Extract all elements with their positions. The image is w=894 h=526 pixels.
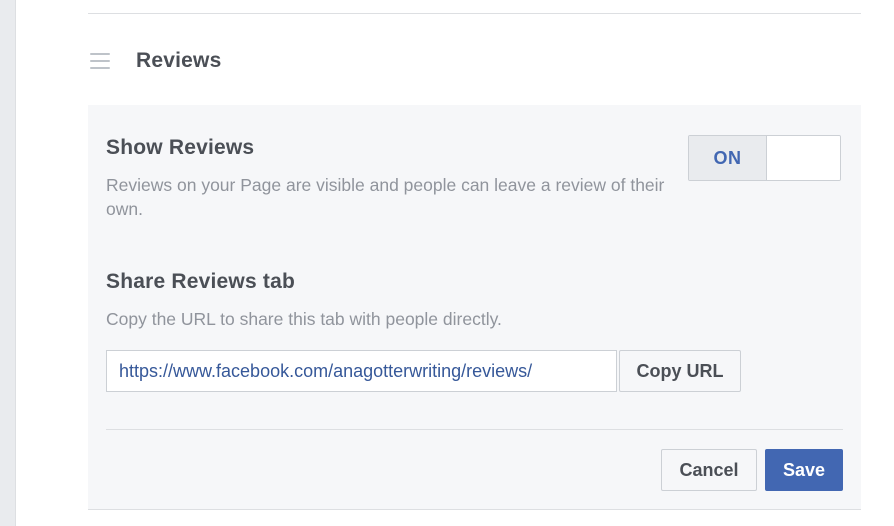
reviews-settings-panel: Show Reviews Reviews on your Page are vi… [88,105,861,510]
copy-url-button[interactable]: Copy URL [619,350,741,392]
left-gutter [0,0,16,526]
reviews-url-field[interactable] [106,350,617,392]
show-reviews-description: Reviews on your Page are visible and peo… [106,175,665,219]
show-reviews-title: Show Reviews [106,136,255,159]
reviews-section-header: Reviews [88,14,861,105]
panel-divider [106,429,843,430]
share-reviews-tab-description: Copy the URL to share this tab with peop… [106,309,502,329]
toggle-off-half[interactable] [767,136,840,180]
show-reviews-toggle[interactable]: ON [688,135,841,181]
section-title: Reviews [136,49,222,72]
toggle-on-label[interactable]: ON [689,136,767,180]
cancel-button[interactable]: Cancel [661,449,757,491]
hamburger-drag-icon[interactable] [90,53,110,69]
share-reviews-tab-title: Share Reviews tab [106,270,295,293]
save-button[interactable]: Save [765,449,843,491]
